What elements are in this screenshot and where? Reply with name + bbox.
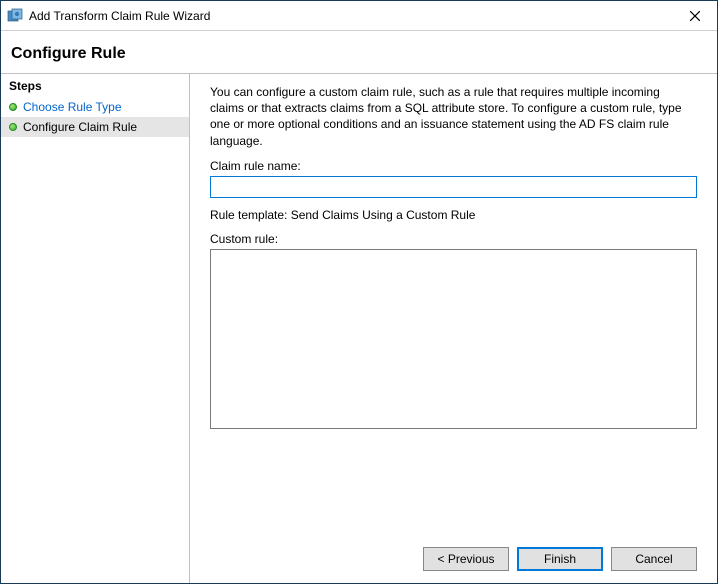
claim-rule-name-label: Claim rule name: <box>210 159 697 173</box>
rule-template-label: Rule template: Send Claims Using a Custo… <box>210 208 697 222</box>
step-configure-claim-rule[interactable]: Configure Claim Rule <box>1 117 189 137</box>
header-area: Configure Rule <box>1 31 717 73</box>
wizard-window: Add Transform Claim Rule Wizard Configur… <box>0 0 718 584</box>
previous-button[interactable]: < Previous <box>423 547 509 571</box>
cancel-button[interactable]: Cancel <box>611 547 697 571</box>
step-choose-rule-type[interactable]: Choose Rule Type <box>1 97 189 117</box>
body-area: Steps Choose Rule Type Configure Claim R… <box>1 73 717 583</box>
claim-rule-name-input[interactable] <box>210 176 697 198</box>
page-title: Configure Rule <box>11 45 707 63</box>
close-icon <box>690 11 700 21</box>
finish-button[interactable]: Finish <box>517 547 603 571</box>
custom-rule-label: Custom rule: <box>210 232 697 246</box>
titlebar: Add Transform Claim Rule Wizard <box>1 1 717 31</box>
button-row: < Previous Finish Cancel <box>423 547 697 571</box>
steps-heading: Steps <box>1 76 189 97</box>
step-bullet-icon <box>9 103 17 111</box>
window-title: Add Transform Claim Rule Wizard <box>29 9 673 23</box>
content-panel: You can configure a custom claim rule, s… <box>189 74 717 583</box>
step-bullet-icon <box>9 123 17 131</box>
step-label: Configure Claim Rule <box>23 120 183 134</box>
description-text: You can configure a custom claim rule, s… <box>210 84 697 149</box>
close-button[interactable] <box>673 1 717 30</box>
app-icon <box>7 8 23 24</box>
steps-sidebar: Steps Choose Rule Type Configure Claim R… <box>1 74 189 583</box>
custom-rule-wrap <box>210 249 697 429</box>
step-label: Choose Rule Type <box>23 100 183 114</box>
custom-rule-textarea[interactable] <box>210 249 697 429</box>
